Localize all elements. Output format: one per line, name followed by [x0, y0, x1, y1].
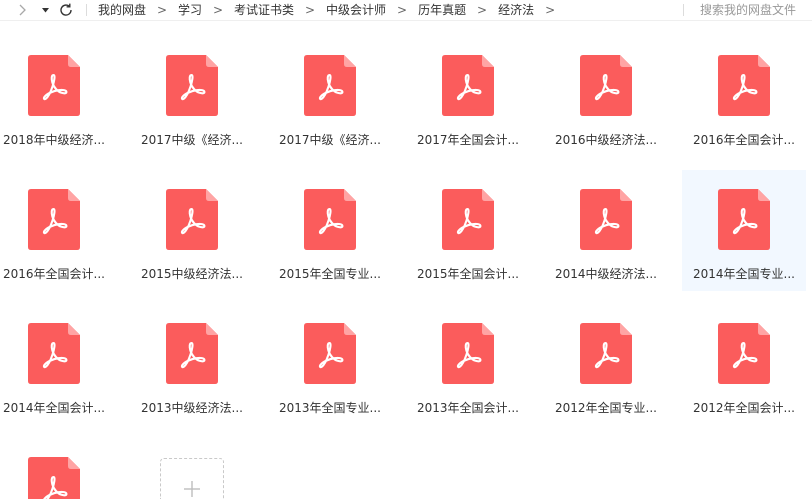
toolbar-divider	[86, 4, 87, 16]
breadcrumb-item-past-exams[interactable]: 历年真题	[418, 0, 466, 20]
file-name: 2012年全国会计...	[693, 401, 795, 415]
breadcrumb-item-intermediate-accountant[interactable]: 中级会计师	[326, 0, 386, 20]
pdf-file-icon	[28, 189, 80, 250]
pdf-file-icon	[580, 55, 632, 116]
breadcrumb-item-my-netdisk[interactable]: 我的网盘	[98, 0, 146, 20]
file-item-hovered[interactable]: 2014年全国专业...	[682, 170, 806, 291]
toolbar: 我的网盘 > 学习 > 考试证书类 > 中级会计师 > 历年真题 > 经济法 >	[0, 0, 812, 21]
file-item[interactable]: 2013年全国专业...	[268, 304, 392, 425]
breadcrumb-separator: >	[156, 3, 168, 17]
file-item[interactable]: 2016年全国会计...	[0, 170, 116, 291]
pdf-file-icon	[442, 323, 494, 384]
file-name: 2013中级经济法...	[141, 401, 243, 415]
file-item[interactable]: 2013中级经济法...	[130, 304, 254, 425]
pdf-file-icon	[28, 55, 80, 116]
pdf-file-icon	[304, 55, 356, 116]
breadcrumb-separator: >	[305, 3, 316, 17]
breadcrumb-separator: >	[213, 3, 224, 17]
file-name: 2014中级经济法...	[555, 267, 657, 281]
file-item[interactable]: 2017中级《经济...	[130, 36, 254, 157]
pdf-file-icon	[718, 55, 770, 116]
file-name: 2013年全国会计...	[417, 401, 519, 415]
file-item[interactable]: 2018年中级经济...	[0, 36, 116, 157]
pdf-file-icon	[442, 55, 494, 116]
file-item[interactable]: 2012年全国会计...	[682, 304, 806, 425]
breadcrumb-separator: >	[397, 3, 408, 17]
file-item[interactable]: 2017中级《经济...	[268, 36, 392, 157]
pdf-file-icon	[304, 189, 356, 250]
refresh-icon	[60, 3, 72, 16]
file-name: 2017年全国会计...	[417, 133, 519, 147]
search-input[interactable]	[694, 0, 806, 20]
pdf-file-icon	[28, 457, 80, 499]
file-item[interactable]: 2016中级经济法...	[544, 36, 668, 157]
file-name: 2018年中级经济...	[3, 133, 105, 147]
pdf-file-icon	[718, 189, 770, 250]
pdf-file-icon	[718, 323, 770, 384]
file-name: 2014年全国专业...	[693, 267, 795, 281]
file-name: 2017中级《经济...	[141, 133, 243, 147]
history-dropdown-button[interactable]	[42, 8, 50, 13]
file-name: 2015中级经济法...	[141, 267, 243, 281]
plus-icon	[184, 481, 200, 497]
search-divider	[683, 4, 684, 16]
pdf-file-icon	[166, 323, 218, 384]
file-item[interactable]: 2014中级经济法...	[544, 170, 668, 291]
file-name: 2016年全国会计...	[3, 267, 105, 281]
add-file-button[interactable]	[160, 458, 224, 499]
chevron-right-icon	[19, 4, 26, 16]
forward-button[interactable]	[17, 4, 27, 16]
breadcrumb-item-economic-law[interactable]: 经济法	[498, 0, 534, 20]
file-name: 2017中级《经济...	[279, 133, 381, 147]
pdf-file-icon	[28, 323, 80, 384]
pdf-file-icon	[304, 323, 356, 384]
file-grid: 2018年中级经济... 2017中级《经济... 2017中级《经济... 2…	[0, 36, 806, 499]
breadcrumb-separator[interactable]: >	[534, 0, 566, 20]
pdf-file-icon	[166, 55, 218, 116]
breadcrumb-item-exam-certificates[interactable]: 考试证书类	[234, 0, 294, 20]
breadcrumb: 我的网盘 > 学习 > 考试证书类 > 中级会计师 > 历年真题 > 经济法 >	[98, 0, 566, 20]
file-name: 2013年全国专业...	[279, 401, 381, 415]
file-name: 2015年全国专业...	[279, 267, 381, 281]
refresh-button[interactable]	[59, 3, 73, 17]
add-file-tile	[130, 438, 254, 499]
file-item[interactable]: 2014年全国会计...	[0, 304, 116, 425]
file-item[interactable]: 2016年全国会计...	[682, 36, 806, 157]
file-name: 2015年全国会计...	[417, 267, 519, 281]
file-item[interactable]: 2015年全国会计...	[406, 170, 530, 291]
file-item[interactable]: 2017年全国会计...	[406, 36, 530, 157]
pdf-file-icon	[442, 189, 494, 250]
caret-down-icon	[42, 8, 49, 13]
file-name: 2016中级经济法...	[555, 133, 657, 147]
pdf-file-icon	[166, 189, 218, 250]
pdf-file-icon	[580, 323, 632, 384]
file-name: 2012年全国专业...	[555, 401, 657, 415]
file-name: 2014年全国会计...	[3, 401, 105, 415]
file-name: 2016年全国会计...	[693, 133, 795, 147]
breadcrumb-item-study[interactable]: 学习	[178, 0, 202, 20]
file-item[interactable]: 2013年全国会计...	[406, 304, 530, 425]
file-item[interactable]	[0, 438, 116, 499]
breadcrumb-separator: >	[477, 3, 488, 17]
pdf-file-icon	[580, 189, 632, 250]
file-item[interactable]: 2012年全国专业...	[544, 304, 668, 425]
file-item[interactable]: 2015中级经济法...	[130, 170, 254, 291]
file-item[interactable]: 2015年全国专业...	[268, 170, 392, 291]
